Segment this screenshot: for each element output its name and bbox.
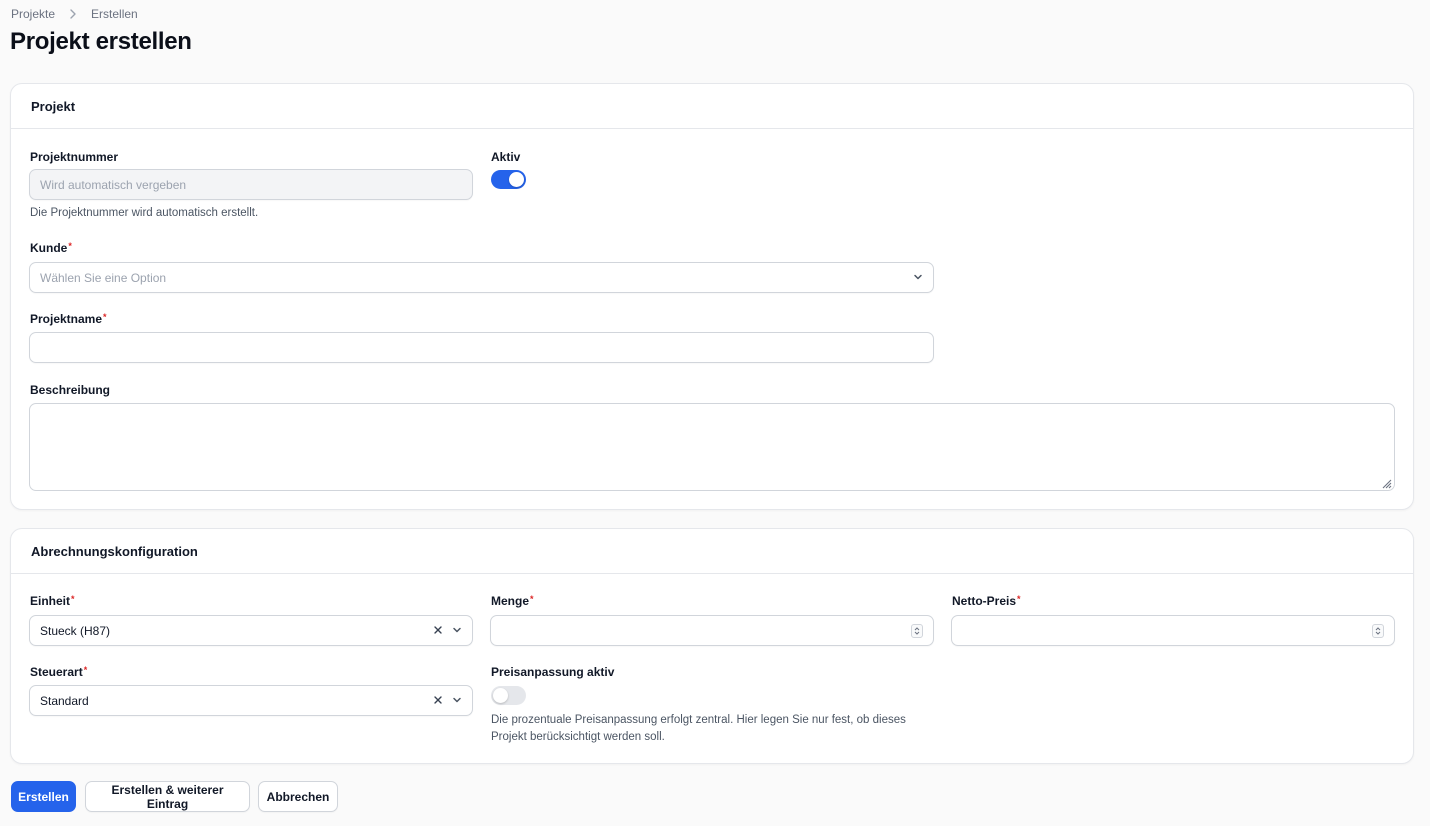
required-marker: * <box>103 312 107 322</box>
stepper-icon[interactable] <box>911 623 923 638</box>
toggle-knob <box>493 688 508 703</box>
stepper-icon[interactable] <box>1372 623 1384 638</box>
create-another-button[interactable]: Erstellen & weiterer Eintrag <box>85 781 250 812</box>
aktiv-toggle[interactable] <box>491 170 526 189</box>
kunde-placeholder: Wählen Sie eine Option <box>40 270 167 285</box>
steuerart-select[interactable]: Standard <box>29 685 473 716</box>
breadcrumb: Projekte Erstellen <box>11 7 138 21</box>
beschreibung-label: Beschreibung <box>30 383 111 397</box>
preisanpassung-label: Preisanpassung aktiv <box>491 665 615 679</box>
projektnummer-hint: Die Projektnummer wird automatisch erste… <box>30 207 259 219</box>
kunde-label: Kunde* <box>30 241 72 255</box>
projektnummer-placeholder: Wird automatisch vergeben <box>40 177 187 192</box>
required-marker: * <box>71 594 75 604</box>
required-marker: * <box>530 594 534 604</box>
menge-input[interactable] <box>490 615 934 646</box>
netto-preis-label: Netto-Preis* <box>952 594 1021 608</box>
x-icon[interactable] <box>433 624 443 638</box>
chevron-right-icon <box>69 9 79 19</box>
projektname-input[interactable] <box>29 332 934 363</box>
steuerart-label: Steuerart* <box>30 665 88 679</box>
cancel-button[interactable]: Abbrechen <box>258 781 338 812</box>
aktiv-label: Aktiv <box>491 150 521 164</box>
netto-preis-input[interactable] <box>951 615 1395 646</box>
beschreibung-textarea[interactable] <box>29 403 1395 491</box>
required-marker: * <box>1017 594 1021 604</box>
einheit-select[interactable]: Stueck (H87) <box>29 615 473 646</box>
einheit-value: Stueck (H87) <box>40 623 111 638</box>
chevron-down-icon <box>452 624 462 638</box>
projektname-label: Projektname* <box>30 312 107 326</box>
menge-label: Menge* <box>491 594 534 608</box>
x-icon[interactable] <box>433 694 443 708</box>
breadcrumb-item-projekte[interactable]: Projekte <box>11 7 55 21</box>
chevron-down-icon <box>452 694 462 708</box>
section-title: Abrechnungskonfiguration <box>11 529 1413 574</box>
einheit-label: Einheit* <box>30 594 75 608</box>
preisanpassung-toggle[interactable] <box>491 686 526 705</box>
breadcrumb-item-erstellen: Erstellen <box>91 7 138 21</box>
kunde-select[interactable]: Wählen Sie eine Option <box>29 262 934 293</box>
preisanpassung-hint: Die prozentuale Preisanpassung erfolgt z… <box>491 714 906 743</box>
resize-handle-icon[interactable] <box>1380 476 1392 489</box>
steuerart-value: Standard <box>40 693 89 708</box>
required-marker: * <box>83 665 88 675</box>
required-marker: * <box>68 241 72 251</box>
toggle-knob <box>509 172 524 187</box>
page-title: Projekt erstellen <box>10 28 192 55</box>
projektnummer-field: Wird automatisch vergeben <box>29 169 473 200</box>
create-button[interactable]: Erstellen <box>11 781 76 812</box>
projektnummer-label: Projektnummer <box>30 150 119 164</box>
chevron-down-icon <box>913 271 923 285</box>
section-title: Projekt <box>11 84 1413 129</box>
